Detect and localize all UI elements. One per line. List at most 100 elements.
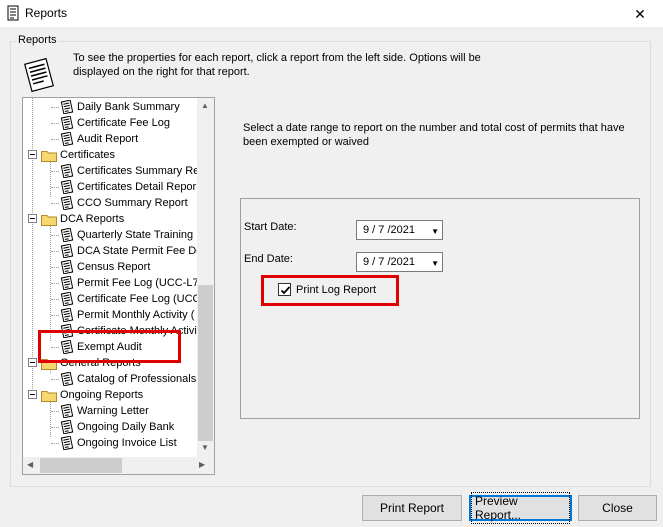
tree-item-label: Certificate Fee Log <box>77 117 170 129</box>
close-window-button[interactable]: ✕ <box>617 0 663 28</box>
tree-item-label: Ongoing Reports <box>60 389 144 401</box>
collapse-icon[interactable] <box>28 358 37 367</box>
report-icon <box>60 260 74 274</box>
tree-connector <box>51 187 59 188</box>
tree-item[interactable]: Census Report <box>60 259 150 275</box>
scroll-left-icon[interactable]: ◀ <box>27 460 33 469</box>
tree-item[interactable]: Warning Letter <box>60 403 149 419</box>
tree-item[interactable]: CCO Summary Report <box>60 195 188 211</box>
folder-icon <box>41 390 57 402</box>
print-report-label: Print Report <box>379 501 445 515</box>
start-date-value: 9 / 7 /2021 <box>363 224 415 236</box>
tree-item-label: Catalog of Professionals <box>77 373 197 385</box>
end-date-picker[interactable]: 9 / 7 /2021 ▼ <box>356 252 443 272</box>
tree-vertical-scrollbar[interactable]: ▲ ▼ <box>197 98 214 457</box>
scroll-down-icon[interactable]: ▼ <box>201 443 209 452</box>
tree-connector <box>51 107 59 108</box>
folder-icon <box>41 358 57 370</box>
report-icon <box>60 372 74 386</box>
tree-connector <box>51 283 59 284</box>
tree-item-label: Quarterly State Training <box>77 229 194 241</box>
intro-text: To see the properties for each report, c… <box>73 52 481 78</box>
chevron-down-icon[interactable]: ▼ <box>431 259 439 268</box>
print-log-label: Print Log Report <box>296 283 377 296</box>
tree-connector <box>51 139 59 140</box>
tree-item-label: DCA State Permit Fee De <box>77 245 203 257</box>
tree-item-label: Certificate Monthly Activi <box>77 325 197 337</box>
tree-connector <box>50 161 51 197</box>
report-icon <box>7 5 19 21</box>
tree-item[interactable]: Ongoing Invoice List <box>60 435 177 451</box>
print-log-checkbox-row[interactable]: Print Log Report <box>278 283 376 296</box>
tree-item[interactable]: Certificate Fee Log <box>60 115 170 131</box>
report-icon <box>60 340 74 354</box>
tree-item[interactable]: Certificates Summary Re <box>60 163 199 179</box>
checkmark-icon <box>280 286 291 295</box>
folder-icon <box>41 214 57 226</box>
tree-folder[interactable]: DCA Reports <box>41 211 124 227</box>
tree-folder[interactable]: General Reports <box>41 355 141 371</box>
tree-connector <box>51 315 59 316</box>
tree-item[interactable]: Permit Monthly Activity ( <box>60 307 194 323</box>
start-date-picker[interactable]: 9 / 7 /2021 ▼ <box>356 220 443 240</box>
horizontal-scroll-thumb[interactable] <box>40 458 122 473</box>
report-icon <box>60 308 74 322</box>
collapse-icon[interactable] <box>28 214 37 223</box>
chevron-down-icon[interactable]: ▼ <box>431 227 439 236</box>
tree-connector <box>51 267 59 268</box>
preview-report-label: Preview Report... <box>471 492 570 524</box>
report-icon <box>60 164 74 178</box>
tree-item[interactable]: Ongoing Daily Bank <box>60 419 174 435</box>
close-button[interactable]: Close <box>578 495 657 521</box>
report-icon <box>60 404 74 418</box>
report-description: Select a date range to report on the num… <box>243 122 625 148</box>
tree-item-label: Census Report <box>77 261 151 273</box>
print-log-checkbox[interactable] <box>278 283 291 296</box>
tree-connector <box>51 235 59 236</box>
scroll-right-icon[interactable]: ▶ <box>199 460 205 469</box>
print-report-button[interactable]: Print Report <box>362 495 462 521</box>
tree-item[interactable]: Certificate Fee Log (UCC <box>60 291 201 307</box>
collapse-icon[interactable] <box>28 390 37 399</box>
tree-item-label: Ongoing Invoice List <box>77 437 177 449</box>
end-date-value: 9 / 7 /2021 <box>363 256 415 268</box>
tree-connector <box>51 123 59 124</box>
report-icon <box>60 196 74 210</box>
tree-folder[interactable]: Certificates <box>41 147 115 163</box>
tree-item[interactable]: Permit Fee Log (UCC-L70 <box>60 275 205 291</box>
tree-connector <box>51 427 59 428</box>
tree-item[interactable]: Daily Bank Summary <box>60 99 180 115</box>
tree-connector <box>51 251 59 252</box>
tree-item[interactable]: Catalog of Professionals <box>60 371 196 387</box>
tree-horizontal-scrollbar[interactable]: ◀ ▶ <box>23 457 214 474</box>
tree-connector <box>51 331 59 332</box>
report-tree[interactable]: Daily Bank Summary Certificate Fee Log Aud… <box>22 97 215 475</box>
title-bar: Reports ✕ <box>0 0 663 28</box>
report-icon <box>60 100 74 114</box>
folder-icon <box>41 150 57 162</box>
tree-item-label: General Reports <box>60 357 141 369</box>
tree-item[interactable]: Audit Report <box>60 131 138 147</box>
tree-connector <box>51 299 59 300</box>
scroll-up-icon[interactable]: ▲ <box>201 101 209 110</box>
tree-item[interactable]: Certificate Monthly Activi <box>60 323 197 339</box>
tree-item-label: Certificates <box>60 149 116 161</box>
tree-item[interactable]: Exempt Audit <box>60 339 142 355</box>
tree-item[interactable]: Quarterly State Training <box>60 227 193 243</box>
tree-item-label: Exempt Audit <box>77 341 142 353</box>
tree-item-label: Certificates Summary Re <box>77 165 200 177</box>
tree-item-label: CCO Summary Report <box>77 197 188 209</box>
vertical-scroll-thumb[interactable] <box>198 285 213 441</box>
tree-item[interactable]: DCA State Permit Fee De <box>60 243 202 259</box>
report-icon <box>60 324 74 338</box>
report-icon <box>60 116 74 130</box>
report-icon <box>60 292 74 306</box>
tree-item-label: Ongoing Daily Bank <box>77 421 175 433</box>
preview-report-button[interactable]: Preview Report... <box>469 492 572 524</box>
tree-connector <box>51 379 59 380</box>
tree-item[interactable]: Certificates Detail Repor <box>60 179 196 195</box>
collapse-icon[interactable] <box>28 150 37 159</box>
tree-folder[interactable]: Ongoing Reports <box>41 387 143 403</box>
close-icon: ✕ <box>634 5 646 22</box>
tree-item-label: Certificates Detail Repor <box>77 181 197 193</box>
